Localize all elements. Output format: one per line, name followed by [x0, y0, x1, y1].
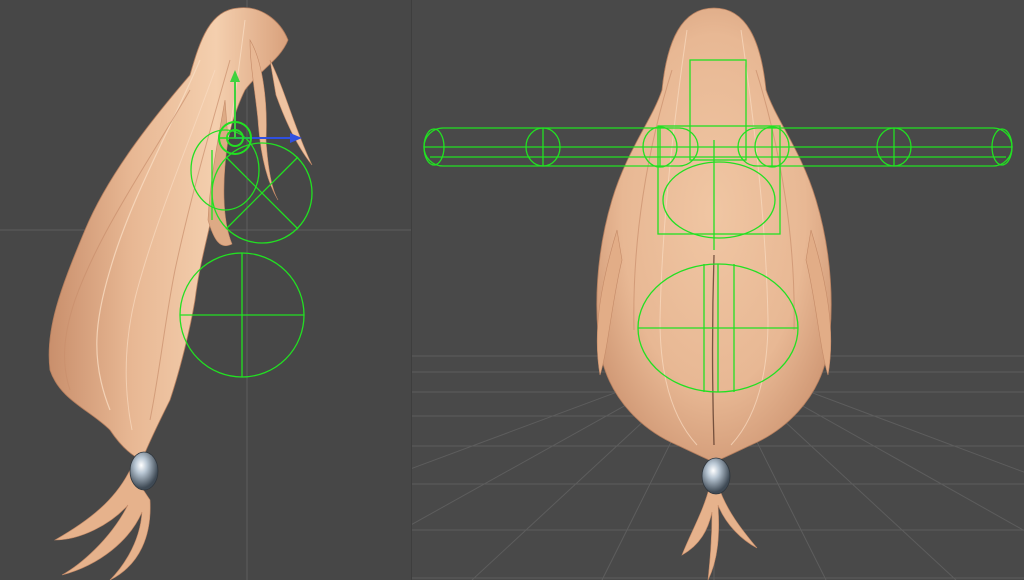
side-viewport[interactable]: [0, 0, 412, 580]
hair-tie-bead-back[interactable]: [701, 457, 731, 495]
hair-tie-bead-side[interactable]: [129, 451, 159, 491]
side-viewport-scene[interactable]: [0, 0, 412, 580]
back-viewport[interactable]: [412, 0, 1024, 580]
hair-mesh-side[interactable]: [48, 7, 313, 580]
viewport-canvas[interactable]: [0, 0, 1024, 580]
back-viewport-scene[interactable]: [412, 0, 1024, 580]
